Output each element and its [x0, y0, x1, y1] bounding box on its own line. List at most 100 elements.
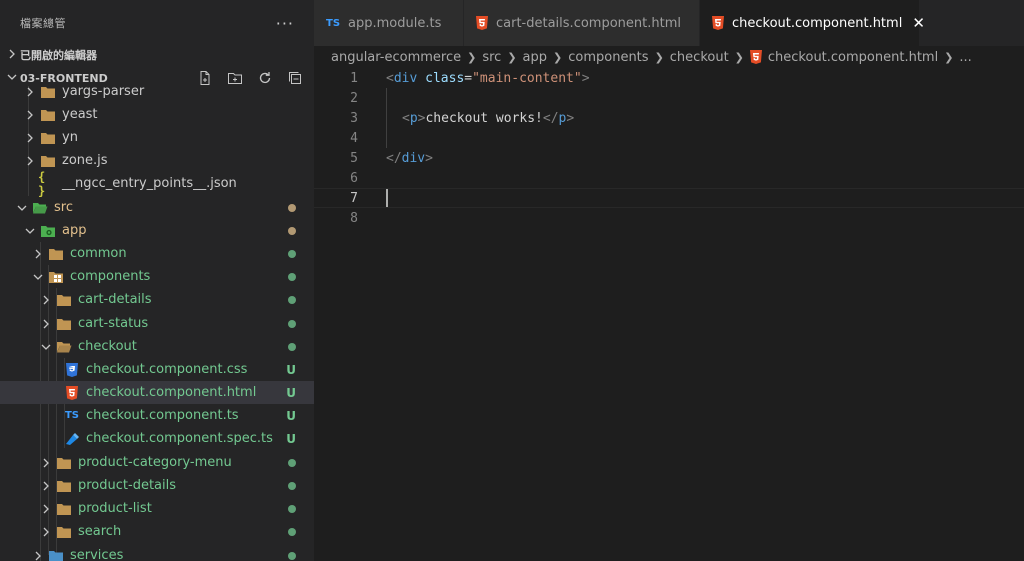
tree-item[interactable]: checkout.component.css U [0, 358, 314, 381]
open-editors-section[interactable]: 已開啟的編輯器 [0, 44, 314, 66]
chevron-right-icon: ❯ [944, 50, 954, 64]
tree-item[interactable]: checkout.component.html U [0, 381, 314, 404]
tree-item[interactable]: yargs-parser [0, 86, 314, 103]
breadcrumb-item[interactable]: components [568, 50, 648, 65]
chevron-down-icon [14, 203, 30, 213]
git-status-badge: U [286, 431, 296, 446]
chevron-right-icon: ❯ [734, 50, 744, 64]
breadcrumb-item[interactable]: checkout [670, 50, 729, 65]
git-status-badge: U [286, 362, 296, 377]
src-folder-icon [30, 200, 50, 216]
tree-item[interactable]: common [0, 242, 314, 265]
tree-item-label: yeast [62, 107, 98, 122]
code-line: 1 <div class="main-content"> [314, 68, 1024, 88]
tree-item-label: product-category-menu [78, 455, 232, 470]
tab-app-module-ts[interactable]: TS app.module.ts [314, 0, 464, 46]
tree-item[interactable]: product-details [0, 474, 314, 497]
tree-item-label: cart-details [78, 292, 152, 307]
code-line: 2 [314, 88, 1024, 108]
text-cursor [386, 189, 388, 207]
folder-icon [54, 501, 74, 517]
json-icon: { } [38, 169, 46, 198]
chevron-down-icon [22, 226, 38, 236]
editor-area: TS app.module.ts cart-details.component.… [314, 0, 1024, 561]
git-status-dot [288, 247, 296, 261]
breadcrumb: angular-ecommerce ❯ src ❯ app ❯ componen… [314, 46, 1024, 68]
tree-item[interactable]: checkout [0, 335, 314, 358]
breadcrumb-item[interactable]: src [482, 50, 501, 65]
line-content: <div class="main-content"> [386, 70, 590, 86]
explorer-header: 檔案總管 ··· [0, 0, 314, 46]
open-editors-label: 已開啟的編輯器 [20, 49, 97, 62]
services-folder-icon [46, 548, 66, 561]
chevron-right-icon [22, 133, 38, 143]
tree-item[interactable]: TS checkout.component.ts U [0, 404, 314, 427]
tree-item[interactable]: yeast [0, 103, 314, 126]
folder-icon [38, 107, 58, 123]
tree-item-label: checkout.component.html [86, 385, 257, 400]
breadcrumb-item[interactable]: angular-ecommerce [331, 50, 461, 65]
tree-item[interactable]: product-category-menu [0, 451, 314, 474]
tree-item[interactable]: search [0, 520, 314, 543]
tree-item[interactable]: services [0, 544, 314, 561]
chevron-down-icon [30, 272, 46, 282]
folder-icon [38, 130, 58, 146]
tree-item[interactable]: src [0, 196, 314, 219]
tree-item-label: __ngcc_entry_points__.json [62, 176, 237, 191]
folder-icon [38, 86, 58, 100]
line-number: 5 [350, 150, 358, 166]
chevron-right-icon [38, 458, 54, 468]
test-spec-icon [62, 431, 82, 447]
code-line: 8 [314, 208, 1024, 228]
tree-item[interactable]: yn [0, 126, 314, 149]
chevron-right-icon [30, 551, 46, 561]
line-number: 4 [350, 130, 358, 146]
code-line-current: 7 [314, 188, 1024, 208]
close-icon[interactable]: ✕ [912, 14, 925, 32]
tree-item[interactable]: cart-status [0, 312, 314, 335]
git-status-dot [288, 340, 296, 354]
html5-icon [712, 16, 724, 30]
tab-checkout-html[interactable]: checkout.component.html ✕ [700, 0, 925, 46]
folder-icon [54, 455, 74, 471]
tree-item[interactable]: components [0, 265, 314, 288]
chevron-right-icon [38, 295, 54, 305]
tree-item[interactable]: app [0, 219, 314, 242]
git-status-dot [288, 549, 296, 561]
folder-icon [54, 478, 74, 494]
tree-item-label: checkout.component.ts [86, 408, 239, 423]
git-status-badge: U [286, 408, 296, 423]
git-status-dot [288, 479, 296, 493]
breadcrumb-item[interactable]: checkout.component.html [768, 50, 938, 65]
tab-cart-details-html[interactable]: cart-details.component.html [464, 0, 700, 46]
file-tree: yargs-parser yeast yn zone.js { } __ngcc_entr… [0, 86, 314, 561]
tree-item-label: cart-status [78, 316, 149, 331]
chevron-down-icon [4, 72, 20, 85]
folder-icon [54, 292, 74, 308]
line-number: 1 [350, 70, 358, 86]
tab-label: cart-details.component.html [496, 15, 681, 31]
tab-label: checkout.component.html [732, 15, 903, 31]
editor-tabs: TS app.module.ts cart-details.component.… [314, 0, 1024, 46]
tree-item[interactable]: checkout.component.spec.ts U [0, 427, 314, 450]
code-line: 5 </div> [314, 148, 1024, 168]
tree-item-label: zone.js [62, 153, 108, 168]
folder-icon [54, 316, 74, 332]
more-actions-icon[interactable]: ··· [276, 14, 294, 33]
tree-item[interactable]: product-list [0, 497, 314, 520]
folder-icon [38, 153, 58, 169]
tree-item-label: yn [62, 130, 78, 145]
chevron-right-icon [38, 504, 54, 514]
chevron-right-icon [4, 49, 20, 62]
line-content: <p>checkout works!</p> [402, 110, 575, 126]
code-editor[interactable]: 1 <div class="main-content"> 2 3 <p>chec… [314, 68, 1024, 561]
breadcrumb-more[interactable]: ... [959, 50, 971, 65]
app-folder-icon [38, 223, 58, 239]
git-status-dot [288, 502, 296, 516]
breadcrumb-item[interactable]: app [523, 50, 547, 65]
tree-item[interactable]: cart-details [0, 288, 314, 311]
html5-icon [476, 16, 488, 30]
tree-item[interactable]: { } __ngcc_entry_points__.json [0, 169, 314, 198]
git-status-dot [288, 201, 296, 215]
folder-icon [54, 524, 74, 540]
